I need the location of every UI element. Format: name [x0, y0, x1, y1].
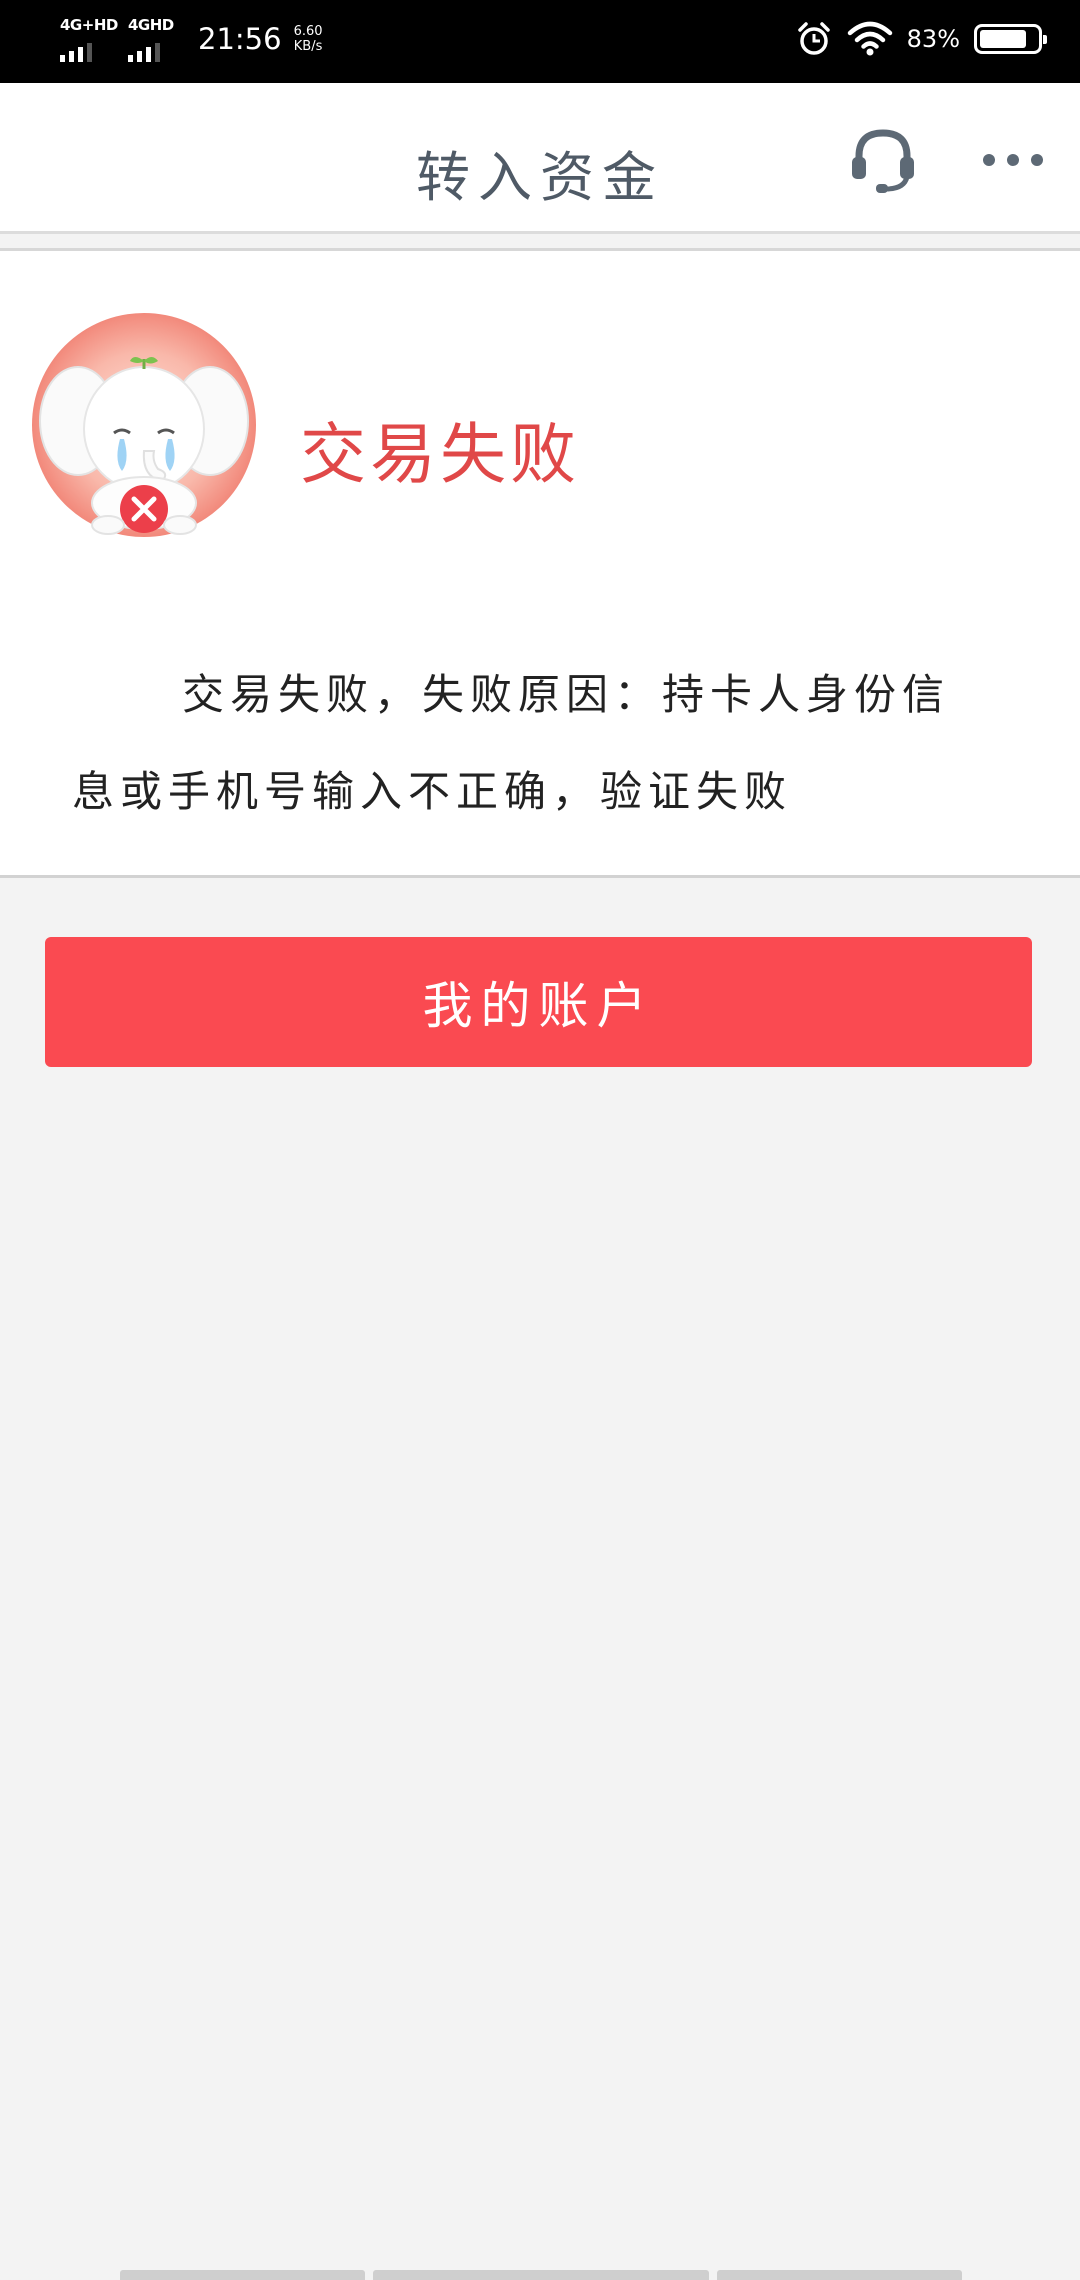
- network-speed: 6.60 KB/s: [294, 24, 323, 54]
- battery-icon: [974, 24, 1047, 54]
- result-card: 交易失败 交易失败，失败原因：持卡人身份信息或手机号输入不正确，验证失败: [0, 248, 1080, 878]
- network-type-2: 4GHD: [128, 16, 174, 34]
- network-speed-unit: KB/s: [293, 39, 323, 54]
- more-dots-icon: [983, 154, 1043, 166]
- status-bar-right: 83%: [795, 20, 1047, 58]
- clock: 21:56: [198, 22, 282, 56]
- crying-elephant-icon: [32, 313, 256, 537]
- battery-percent: 83%: [906, 25, 960, 53]
- battery-fill: [980, 30, 1026, 48]
- my-account-button[interactable]: 我的账户: [45, 937, 1032, 1067]
- app-header: 转入资金: [0, 83, 1080, 234]
- headset-icon: [852, 129, 914, 193]
- network-type-1: 4G+HD: [60, 16, 118, 34]
- cellular-signal-2-icon: 4GHD: [126, 16, 182, 62]
- customer-service-button[interactable]: [838, 115, 928, 205]
- more-button[interactable]: [968, 115, 1058, 205]
- status-bar-left: 4G+HD 4GHD 21:56 6.60 KB/s: [58, 16, 323, 62]
- wifi-icon: [847, 21, 892, 56]
- cellular-signal-1-icon: 4G+HD: [58, 16, 118, 62]
- bottom-scroll-hint: [120, 2270, 962, 2280]
- network-speed-value: 6.60: [293, 24, 323, 39]
- status-bar: 4G+HD 4GHD 21:56 6.60 KB/s 83%: [0, 0, 1080, 83]
- failure-reason-message: 交易失败，失败原因：持卡人身份信息或手机号输入不正确，验证失败: [72, 670, 951, 816]
- transaction-status-title: 交易失败: [300, 416, 580, 493]
- alarm-icon: [797, 22, 830, 55]
